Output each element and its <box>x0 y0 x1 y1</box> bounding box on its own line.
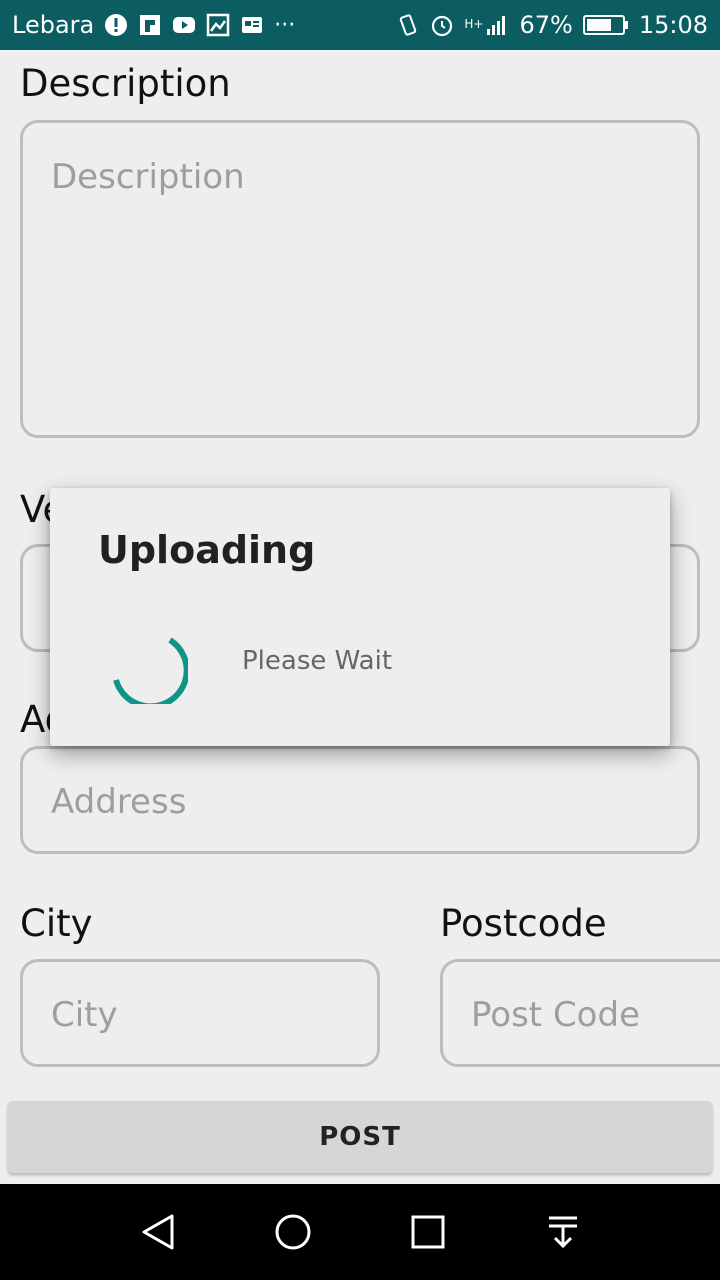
alert-icon <box>105 14 128 36</box>
flipboard-icon <box>140 15 161 35</box>
home-button[interactable] <box>263 1202 323 1262</box>
gallery-icon <box>206 13 230 37</box>
battery-icon <box>582 15 628 35</box>
dialog-title: Uploading <box>98 528 316 572</box>
news-icon <box>242 17 263 33</box>
dialog-message: Please Wait <box>242 646 393 676</box>
notifications-pull-button[interactable] <box>533 1202 593 1262</box>
status-bar: Lebara ··· H+ 67% 15:08 <box>0 0 720 50</box>
recents-icon <box>411 1215 444 1249</box>
carrier-name: Lebara <box>12 11 95 39</box>
recents-button[interactable] <box>398 1202 458 1262</box>
dialog-scrim: Uploading Please Wait <box>0 50 720 1184</box>
battery-percent: 67% <box>519 11 573 39</box>
signal-icon <box>487 16 506 35</box>
home-icon <box>275 1214 310 1250</box>
clock: 15:08 <box>638 11 708 39</box>
navigation-bar <box>0 1184 720 1280</box>
alarm-icon <box>432 15 453 37</box>
youtube-icon <box>173 17 196 33</box>
more-icon: ··· <box>274 12 296 38</box>
notifications-pull-icon <box>548 1216 577 1249</box>
vibrate-icon <box>400 14 417 36</box>
form-screen: Description Description Ve Ad Address Ci… <box>0 50 720 1184</box>
back-icon <box>142 1214 173 1250</box>
uploading-dialog: Uploading Please Wait <box>50 488 670 746</box>
network-type: H+ <box>464 17 484 31</box>
progress-spinner-icon <box>113 637 188 704</box>
back-button[interactable] <box>128 1202 188 1262</box>
